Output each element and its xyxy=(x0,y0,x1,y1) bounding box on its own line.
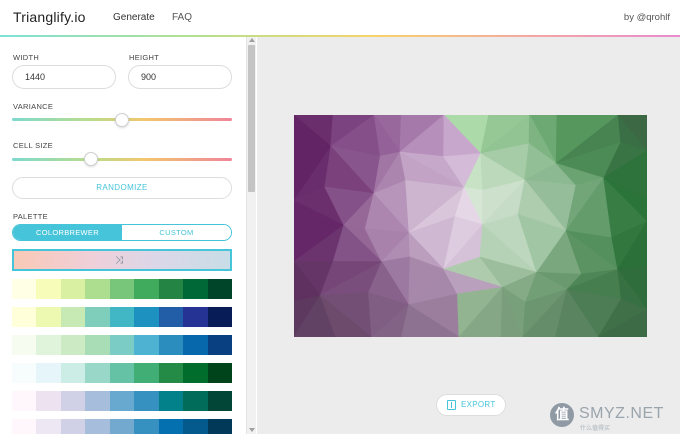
palette-color-swatch xyxy=(158,279,184,299)
preview-area: EXPORT 值 SMYZ.NET 什么值得买 xyxy=(257,37,680,434)
palette-color-swatch xyxy=(60,419,86,434)
palette-color-swatch xyxy=(109,335,135,355)
palette-color-swatch xyxy=(60,307,86,327)
palette-color-swatch xyxy=(12,363,37,383)
author-link[interactable]: by @qrohlf xyxy=(624,12,670,23)
palette-color-swatch xyxy=(12,307,37,327)
palette-color-swatch xyxy=(36,307,61,327)
palette-color-swatch xyxy=(12,279,37,299)
brand-logo[interactable]: Trianglify.io xyxy=(13,9,86,25)
palette-color-swatch xyxy=(85,391,110,411)
height-input[interactable]: 900 xyxy=(128,65,232,89)
palette-color-swatch xyxy=(183,279,208,299)
palette-row[interactable] xyxy=(12,391,232,411)
palette-row[interactable] xyxy=(12,307,232,327)
width-input[interactable]: 1440 xyxy=(12,65,116,89)
palette-color-swatch xyxy=(85,307,110,327)
export-button[interactable]: EXPORT xyxy=(436,394,506,416)
palette-color-swatch xyxy=(36,363,61,383)
palette-color-swatch xyxy=(207,279,232,299)
palette-color-swatch xyxy=(60,335,86,355)
palette-color-swatch xyxy=(134,363,159,383)
palette-color-swatch xyxy=(158,419,184,434)
watermark-text: SMYZ.NET xyxy=(579,405,664,422)
variance-label: VARIANCE xyxy=(13,102,54,111)
scroll-up-icon[interactable] xyxy=(249,38,255,42)
palette-row[interactable] xyxy=(12,363,232,383)
palette-color-swatch xyxy=(207,307,232,327)
cell-size-slider[interactable] xyxy=(12,158,232,161)
palette-color-swatch xyxy=(158,363,184,383)
palette-color-swatch xyxy=(36,419,61,434)
width-label: WIDTH xyxy=(13,53,40,62)
cell-size-label: CELL SIZE xyxy=(13,141,53,150)
palette-color-swatch xyxy=(60,391,86,411)
palette-color-swatch xyxy=(158,391,184,411)
cell-size-slider-thumb[interactable] xyxy=(84,152,99,166)
tab-colorbrewer[interactable]: COLORBREWER xyxy=(13,225,122,240)
settings-sidebar: WIDTH 1440 HEIGHT 900 VARIANCE CELL SIZE… xyxy=(0,37,246,434)
palette-color-swatch xyxy=(12,419,37,434)
palette-color-swatch xyxy=(207,363,232,383)
watermark: 值 SMYZ.NET 什么值得买 xyxy=(550,402,670,432)
palette-row[interactable] xyxy=(12,335,232,355)
palette-color-swatch xyxy=(109,363,135,383)
palette-color-swatch xyxy=(158,335,184,355)
palette-color-swatch xyxy=(183,419,208,434)
palette-label: PALETTE xyxy=(13,212,48,221)
palette-color-swatch xyxy=(207,335,232,355)
palette-color-swatch xyxy=(134,391,159,411)
palette-color-swatch xyxy=(85,335,110,355)
palette-color-swatch xyxy=(60,279,86,299)
palette-color-swatch xyxy=(207,419,232,434)
watermark-subtext: 什么值得买 xyxy=(580,426,611,432)
palette-color-swatch xyxy=(109,279,135,299)
palette-color-swatch xyxy=(134,307,159,327)
palette-color-swatch xyxy=(85,363,110,383)
palette-color-swatch xyxy=(36,279,61,299)
watermark-logo-icon: 值 xyxy=(550,403,574,427)
palette-color-swatch xyxy=(183,335,208,355)
tab-custom[interactable]: CUSTOM xyxy=(122,225,231,240)
palette-color-swatch xyxy=(12,391,37,411)
nav-generate[interactable]: Generate xyxy=(113,12,155,23)
shuffle-icon[interactable]: ⤨ xyxy=(115,255,123,266)
palette-color-swatch xyxy=(134,335,159,355)
palette-row[interactable] xyxy=(12,279,232,299)
palette-color-swatch xyxy=(85,279,110,299)
palette-color-swatch xyxy=(85,419,110,434)
palette-source-toggle: COLORBREWER CUSTOM xyxy=(12,224,232,241)
top-bar: Trianglify.io Generate FAQ by @qrohlf xyxy=(0,0,680,36)
palette-color-swatch xyxy=(36,335,61,355)
palette-color-swatch xyxy=(109,419,135,434)
palette-color-swatch xyxy=(207,391,232,411)
palette-color-swatch xyxy=(183,307,208,327)
variance-slider-thumb[interactable] xyxy=(115,113,129,127)
height-label: HEIGHT xyxy=(129,53,160,62)
palette-color-swatch xyxy=(12,335,37,355)
scrollbar-thumb[interactable] xyxy=(248,45,255,192)
palette-color-swatch xyxy=(183,363,208,383)
sidebar-scrollbar[interactable] xyxy=(246,37,256,434)
palette-color-swatch xyxy=(60,363,86,383)
download-icon xyxy=(447,400,456,410)
palette-color-swatch xyxy=(158,307,184,327)
palette-color-swatch xyxy=(109,391,135,411)
palette-color-swatch xyxy=(134,279,159,299)
export-label: EXPORT xyxy=(461,400,496,409)
palette-color-swatch xyxy=(183,391,208,411)
palette-color-swatch xyxy=(109,307,135,327)
randomize-button[interactable]: RANDOMIZE xyxy=(12,177,232,199)
palette-color-swatch xyxy=(134,419,159,434)
palette-row[interactable] xyxy=(12,419,232,434)
scroll-down-icon[interactable] xyxy=(249,428,255,432)
current-palette-swatch[interactable]: ⤨ xyxy=(12,249,232,271)
palette-color-swatch xyxy=(36,391,61,411)
nav-faq[interactable]: FAQ xyxy=(172,12,192,23)
trianglify-preview-image xyxy=(294,115,647,337)
